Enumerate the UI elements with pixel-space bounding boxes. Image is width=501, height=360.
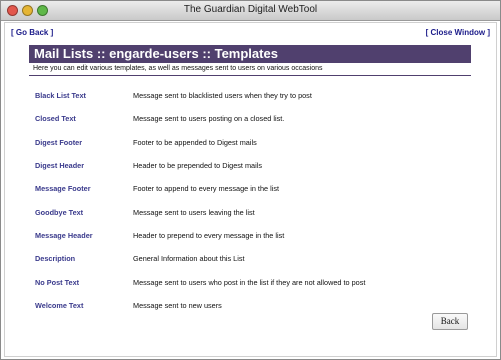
page-subtitle: Here you can edit various templates, as …	[29, 63, 471, 76]
template-link-welcome-text[interactable]: Welcome Text	[29, 301, 133, 310]
page-content: [ Go Back ] [ Close Window ] Mail Lists …	[4, 22, 497, 357]
template-link-black-list-text[interactable]: Black List Text	[29, 91, 133, 100]
template-link-description[interactable]: Description	[29, 254, 133, 263]
template-row: Digest Header Header to be prepended to …	[29, 154, 471, 177]
back-button[interactable]: Back	[432, 313, 468, 330]
template-description: Message sent to users posting on a close…	[133, 114, 285, 124]
template-link-message-header[interactable]: Message Header	[29, 231, 133, 240]
template-link-closed-text[interactable]: Closed Text	[29, 114, 133, 123]
template-row: Welcome Text Message sent to new users	[29, 294, 471, 317]
template-description: Message sent to users leaving the list	[133, 207, 255, 217]
template-description: Header to prepend to every message in th…	[133, 230, 285, 240]
template-description: Footer to append to every message in the…	[133, 184, 280, 194]
template-link-goodbye-text[interactable]: Goodbye Text	[29, 208, 133, 217]
go-back-link[interactable]: [ Go Back ]	[11, 28, 53, 37]
template-row: Black List Text Message sent to blacklis…	[29, 84, 471, 107]
templates-section: Mail Lists :: engarde-users :: Templates…	[29, 45, 471, 317]
template-row: Message Header Header to prepend to ever…	[29, 224, 471, 247]
page-title: Mail Lists :: engarde-users :: Templates	[29, 45, 471, 63]
template-description: Header to be prepended to Digest mails	[133, 161, 262, 171]
template-row: Goodbye Text Message sent to users leavi…	[29, 200, 471, 223]
template-row: Digest Footer Footer to be appended to D…	[29, 131, 471, 154]
template-row: No Post Text Message sent to users who p…	[29, 270, 471, 293]
template-description: Message sent to blacklisted users when t…	[133, 91, 312, 101]
template-link-no-post-text[interactable]: No Post Text	[29, 278, 133, 287]
window-title: The Guardian Digital WebTool	[183, 4, 318, 15]
top-nav: [ Go Back ] [ Close Window ]	[5, 23, 496, 37]
browser-window: The Guardian Digital WebTool [ Go Back ]…	[0, 0, 501, 360]
template-description: General Information about this List	[133, 254, 245, 264]
title-bar: The Guardian Digital WebTool	[1, 1, 500, 21]
template-row: Description General Information about th…	[29, 247, 471, 270]
template-link-digest-footer[interactable]: Digest Footer	[29, 138, 133, 147]
template-description: Message sent to new users	[133, 300, 222, 310]
template-row: Message Footer Footer to append to every…	[29, 177, 471, 200]
close-window-link[interactable]: [ Close Window ]	[426, 28, 490, 37]
template-description: Message sent to users who post in the li…	[133, 277, 366, 287]
template-description: Footer to be appended to Digest mails	[133, 137, 257, 147]
template-link-digest-header[interactable]: Digest Header	[29, 161, 133, 170]
template-row: Closed Text Message sent to users postin…	[29, 107, 471, 130]
template-link-message-footer[interactable]: Message Footer	[29, 184, 133, 193]
templates-list: Black List Text Message sent to blacklis…	[29, 84, 471, 317]
